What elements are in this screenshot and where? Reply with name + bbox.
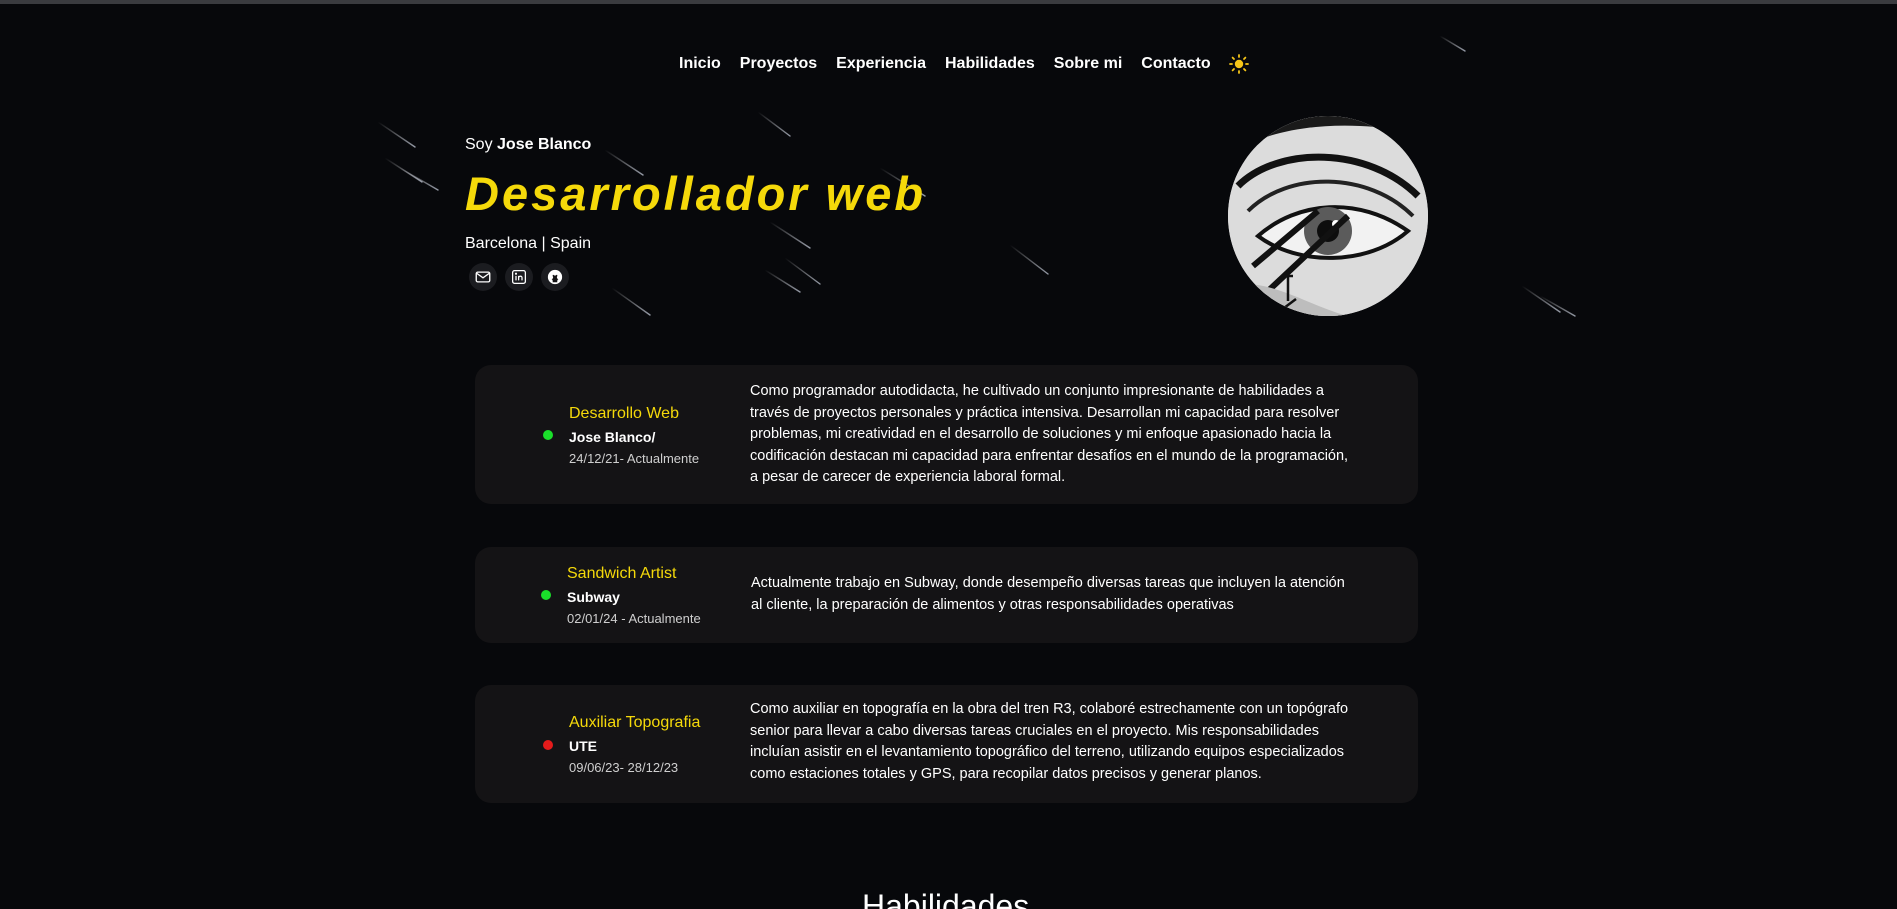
experience-company: Jose Blanco/ xyxy=(569,429,656,445)
experience-company: UTE xyxy=(569,738,597,754)
hero-role: Desarrollador web xyxy=(465,167,927,220)
sun-icon xyxy=(1228,54,1249,74)
github-link[interactable] xyxy=(541,263,569,291)
experience-description: Como auxiliar en topografía en la obra d… xyxy=(750,701,1349,782)
experience-title: Sandwich Artist xyxy=(567,565,677,582)
nav-sobre-mi[interactable]: Sobre mi xyxy=(1054,55,1122,73)
skills-section-title: Habilidades xyxy=(862,888,1030,909)
avatar-illustration xyxy=(1228,116,1428,316)
mail-icon xyxy=(475,271,491,283)
linkedin-icon xyxy=(511,269,527,285)
status-dot xyxy=(541,590,551,600)
experience-title: Auxiliar Topografia xyxy=(569,714,701,731)
nav-experiencia[interactable]: Experiencia xyxy=(836,55,926,73)
hero-section: Soy Jose Blanco Desarrollador web Barcel… xyxy=(465,136,926,291)
experience-description: Actualmente trabajo en Subway, donde des… xyxy=(751,575,1345,613)
hero-location: Barcelona | Spain xyxy=(465,235,592,252)
theme-toggle-button[interactable] xyxy=(1228,53,1250,75)
social-links xyxy=(469,263,926,291)
experience-dates: 09/06/23- 28/12/23 xyxy=(569,760,679,775)
avatar xyxy=(1228,116,1428,316)
experience-title: Desarrollo Web xyxy=(569,405,679,422)
experience-company: Subway xyxy=(567,589,620,605)
status-dot xyxy=(543,430,553,440)
mail-link[interactable] xyxy=(469,263,497,291)
nav-habilidades[interactable]: Habilidades xyxy=(945,55,1035,73)
hero-greeting: Soy Jose Blanco xyxy=(465,136,592,153)
experience-card-1: Desarrollo Web Jose Blanco/ 24/12/21- Ac… xyxy=(475,365,1418,504)
experience-description: Como programador autodidacta, he cultiva… xyxy=(750,383,1349,486)
hero-name: Jose Blanco xyxy=(497,136,592,153)
experience-dates: 02/01/24 - Actualmente xyxy=(567,611,701,626)
experience-dates: 24/12/21- Actualmente xyxy=(569,451,700,466)
main-nav: Inicio Proyectos Experiencia Habilidades… xyxy=(679,53,1250,75)
nav-proyectos[interactable]: Proyectos xyxy=(740,55,817,73)
experience-card-2: Sandwich Artist Subway 02/01/24 - Actual… xyxy=(475,547,1418,643)
browser-top-border xyxy=(0,0,1897,4)
experience-card-3: Auxiliar Topografia UTE 09/06/23- 28/12/… xyxy=(475,685,1418,803)
nav-inicio[interactable]: Inicio xyxy=(679,55,721,73)
nav-contacto[interactable]: Contacto xyxy=(1141,55,1210,73)
github-icon xyxy=(547,269,563,285)
status-dot xyxy=(543,740,553,750)
linkedin-link[interactable] xyxy=(505,263,533,291)
